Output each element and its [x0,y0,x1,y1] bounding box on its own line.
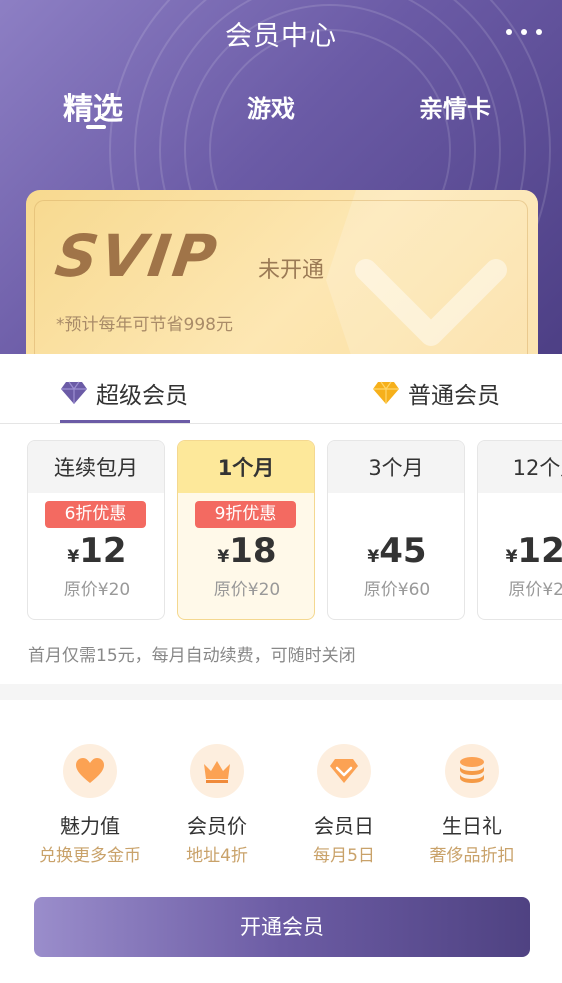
original-price: 原价¥20 [213,580,281,600]
plan-price: ¥128 [478,531,562,571]
crown-icon [190,744,244,798]
section-gap [0,684,562,700]
plan-card-3-months[interactable]: 3个月 ¥45 原价¥60 [327,440,465,620]
plan-name: 3个月 [328,441,464,493]
divider [0,423,562,424]
tab-games[interactable]: 游戏 [247,89,295,124]
benefit-charm-value[interactable]: 魅力值 兑换更多金币 [20,744,160,866]
price-amount: 12 [79,531,127,571]
plan-card-continuous-monthly[interactable]: 连续包月 6折优惠 ¥12 原价¥20 [27,440,165,620]
open-membership-button[interactable]: 开通会员 [34,897,530,957]
tab-normal-member-label: 普通会员 [408,383,500,409]
svip-logo: SVIP [51,222,224,290]
plan-name: 12个月 [478,441,562,493]
currency-symbol: ¥ [367,547,380,567]
tab-super-member[interactable]: 超级会员 [60,376,188,410]
tab-active-indicator [86,125,106,129]
benefit-member-day[interactable]: 会员日 每月5日 [274,744,414,866]
plan-card-1-month[interactable]: 1个月 9折优惠 ¥18 原价¥20 [177,440,315,620]
benefit-title: 会员日 [314,814,374,838]
discount-badge: 6折优惠 [45,501,146,528]
tab-featured[interactable]: 精选 [63,84,123,128]
currency-symbol: ¥ [217,547,230,567]
plan-card-12-months[interactable]: 12个月 ¥128 原价¥240 [477,440,562,620]
diamond-purple-icon [61,381,87,404]
heart-icon [63,744,117,798]
benefit-birthday-gift[interactable]: 生日礼 奢侈品折扣 [402,744,542,866]
original-price: 原价¥60 [363,580,431,600]
original-price: 原价¥20 [63,580,131,600]
plan-price: ¥18 [178,531,314,571]
benefit-subtitle: 兑换更多金币 [39,846,141,866]
benefit-subtitle: 每月5日 [313,846,375,866]
benefit-title: 会员价 [187,814,247,838]
plan-price: ¥45 [328,531,464,571]
currency-symbol: ¥ [505,547,518,567]
plan-note: 首月仅需15元，每月自动续费，可随时关闭 [28,646,356,666]
plan-name: 1个月 [178,441,314,493]
price-amount: 18 [229,531,277,571]
tab-super-member-label: 超级会员 [96,383,188,409]
svip-card[interactable]: SVIP 未开通 *预计每年可节省998元 [26,190,538,370]
price-amount: 45 [379,531,427,571]
benefit-title: 魅力值 [60,814,120,838]
svip-savings-text: *预计每年可节省998元 [56,315,233,335]
svip-status: 未开通 [258,258,325,283]
diamond-yellow-icon [373,381,399,404]
more-options-icon[interactable] [506,24,542,40]
coins-icon [445,744,499,798]
page-title: 会员中心 [225,21,337,52]
benefit-subtitle: 地址4折 [186,846,248,866]
benefit-member-price[interactable]: 会员价 地址4折 [147,744,287,866]
discount-badge: 9折优惠 [195,501,296,528]
membership-panel: 超级会员 普通会员 连续包月 6折优惠 ¥12 原价¥20 1个月 9折优惠 ¥… [0,354,562,983]
plan-name: 连续包月 [28,441,164,493]
price-amount: 128 [517,531,562,571]
benefit-subtitle: 奢侈品折扣 [429,846,515,866]
original-price: 原价¥240 [508,580,562,600]
currency-symbol: ¥ [67,547,80,567]
plan-price: ¥12 [28,531,164,571]
gem-icon [317,744,371,798]
tab-normal-member[interactable]: 普通会员 [372,376,500,410]
tab-family-card[interactable]: 亲情卡 [419,89,491,124]
benefit-title: 生日礼 [442,814,502,838]
